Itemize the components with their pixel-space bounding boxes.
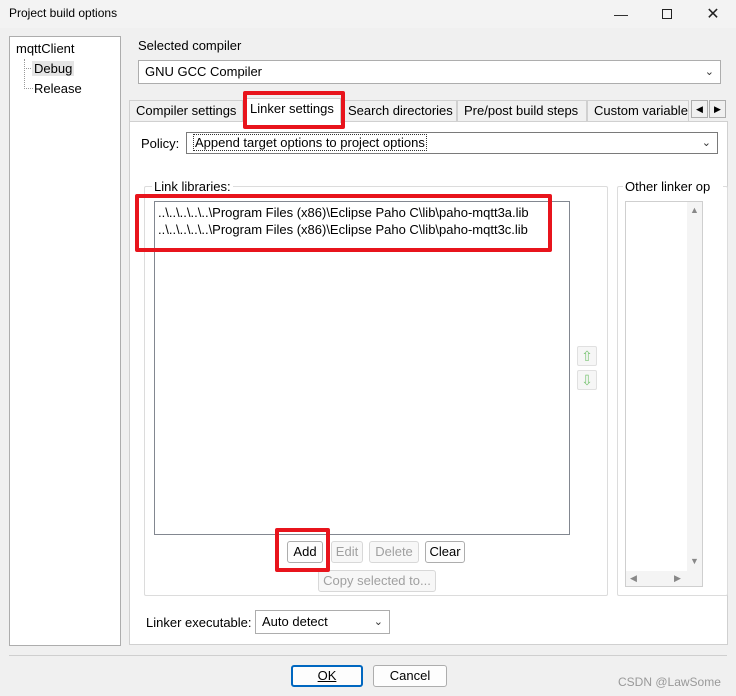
copy-selected-button[interactable]: Copy selected to... bbox=[318, 570, 436, 592]
list-item[interactable]: ..\..\..\..\..\Program Files (x86)\Eclip… bbox=[158, 222, 528, 237]
footer-divider bbox=[9, 655, 727, 656]
tree-connector bbox=[24, 88, 33, 89]
ok-button[interactable]: OK bbox=[291, 665, 363, 687]
close-button[interactable]: ✕ bbox=[690, 0, 736, 28]
policy-select[interactable]: Append target options to project options… bbox=[186, 132, 718, 154]
policy-label: Policy: bbox=[141, 136, 180, 151]
tab-custom-variables[interactable]: Custom variable bbox=[587, 100, 689, 122]
scroll-down-icon[interactable]: ▼ bbox=[690, 556, 699, 566]
tree-item-release[interactable]: Release bbox=[34, 81, 82, 96]
move-down-button[interactable]: ⇩ bbox=[577, 370, 597, 390]
tab-scroll-right-button[interactable]: ▶ bbox=[709, 100, 726, 118]
chevron-down-icon: ⌄ bbox=[373, 616, 383, 628]
tree-connector bbox=[24, 59, 25, 89]
arrow-up-icon: ⇧ bbox=[581, 347, 593, 364]
tab-compiler-settings[interactable]: Compiler settings bbox=[129, 100, 243, 122]
move-up-button[interactable]: ⇧ bbox=[577, 346, 597, 366]
horizontal-scrollbar[interactable]: ◀ ▶ bbox=[626, 571, 702, 586]
delete-button[interactable]: Delete bbox=[369, 541, 419, 563]
tree-item-project[interactable]: mqttClient bbox=[16, 41, 75, 56]
compiler-value: GNU GCC Compiler bbox=[145, 64, 263, 79]
chevron-down-icon: ⌄ bbox=[704, 66, 714, 78]
minimize-icon: — bbox=[614, 6, 628, 22]
arrow-down-icon: ⇩ bbox=[581, 371, 593, 388]
ok-label: OK bbox=[317, 668, 337, 683]
linker-executable-value: Auto detect bbox=[262, 614, 328, 629]
maximize-button[interactable] bbox=[644, 0, 690, 28]
target-tree[interactable]: mqttClient Debug Release bbox=[9, 36, 121, 646]
tree-item-debug[interactable]: Debug bbox=[32, 61, 75, 76]
vertical-scrollbar[interactable]: ▲ ▼ bbox=[687, 202, 702, 572]
edit-button[interactable]: Edit bbox=[331, 541, 363, 563]
maximize-icon bbox=[662, 9, 672, 19]
other-linker-options-text[interactable]: ▲ ▼ ◀ ▶ bbox=[625, 201, 703, 587]
scroll-up-icon[interactable]: ▲ bbox=[690, 205, 699, 215]
scroll-right-icon[interactable]: ▶ bbox=[674, 573, 681, 584]
clear-button[interactable]: Clear bbox=[425, 541, 465, 563]
policy-value: Append target options to project options bbox=[193, 134, 427, 151]
link-libraries-label: Link libraries: bbox=[152, 179, 233, 194]
window-title: Project build options bbox=[9, 6, 118, 20]
close-icon: ✕ bbox=[706, 6, 720, 23]
chevron-right-icon: ▶ bbox=[714, 103, 721, 114]
add-button[interactable]: Add bbox=[287, 541, 323, 563]
linker-executable-select[interactable]: Auto detect ⌄ bbox=[255, 610, 390, 634]
cancel-label: Cancel bbox=[389, 668, 431, 683]
watermark: CSDN @LawSome bbox=[618, 675, 721, 689]
chevron-left-icon: ◀ bbox=[696, 103, 703, 114]
settings-tabs: Compiler settings Linker settings Search… bbox=[129, 98, 728, 123]
tab-scroll-left-button[interactable]: ◀ bbox=[691, 100, 708, 118]
minimize-button[interactable]: — bbox=[598, 0, 644, 28]
tab-search-directories[interactable]: Search directories bbox=[341, 100, 457, 122]
chevron-down-icon: ⌄ bbox=[701, 137, 711, 149]
cancel-button[interactable]: Cancel bbox=[373, 665, 447, 687]
linker-executable-label: Linker executable: bbox=[146, 615, 252, 630]
other-linker-options-label: Other linker op bbox=[623, 179, 723, 194]
scroll-left-icon[interactable]: ◀ bbox=[630, 573, 637, 584]
compiler-select[interactable]: GNU GCC Compiler ⌄ bbox=[138, 60, 721, 84]
tab-linker-settings[interactable]: Linker settings bbox=[243, 98, 341, 123]
list-item[interactable]: ..\..\..\..\..\Program Files (x86)\Eclip… bbox=[158, 205, 529, 220]
link-libraries-list[interactable]: ..\..\..\..\..\Program Files (x86)\Eclip… bbox=[154, 201, 570, 535]
tab-pre-post-build-steps[interactable]: Pre/post build steps bbox=[457, 100, 587, 122]
title-bar: Project build options — ✕ bbox=[0, 0, 736, 28]
selected-compiler-label: Selected compiler bbox=[138, 38, 242, 53]
